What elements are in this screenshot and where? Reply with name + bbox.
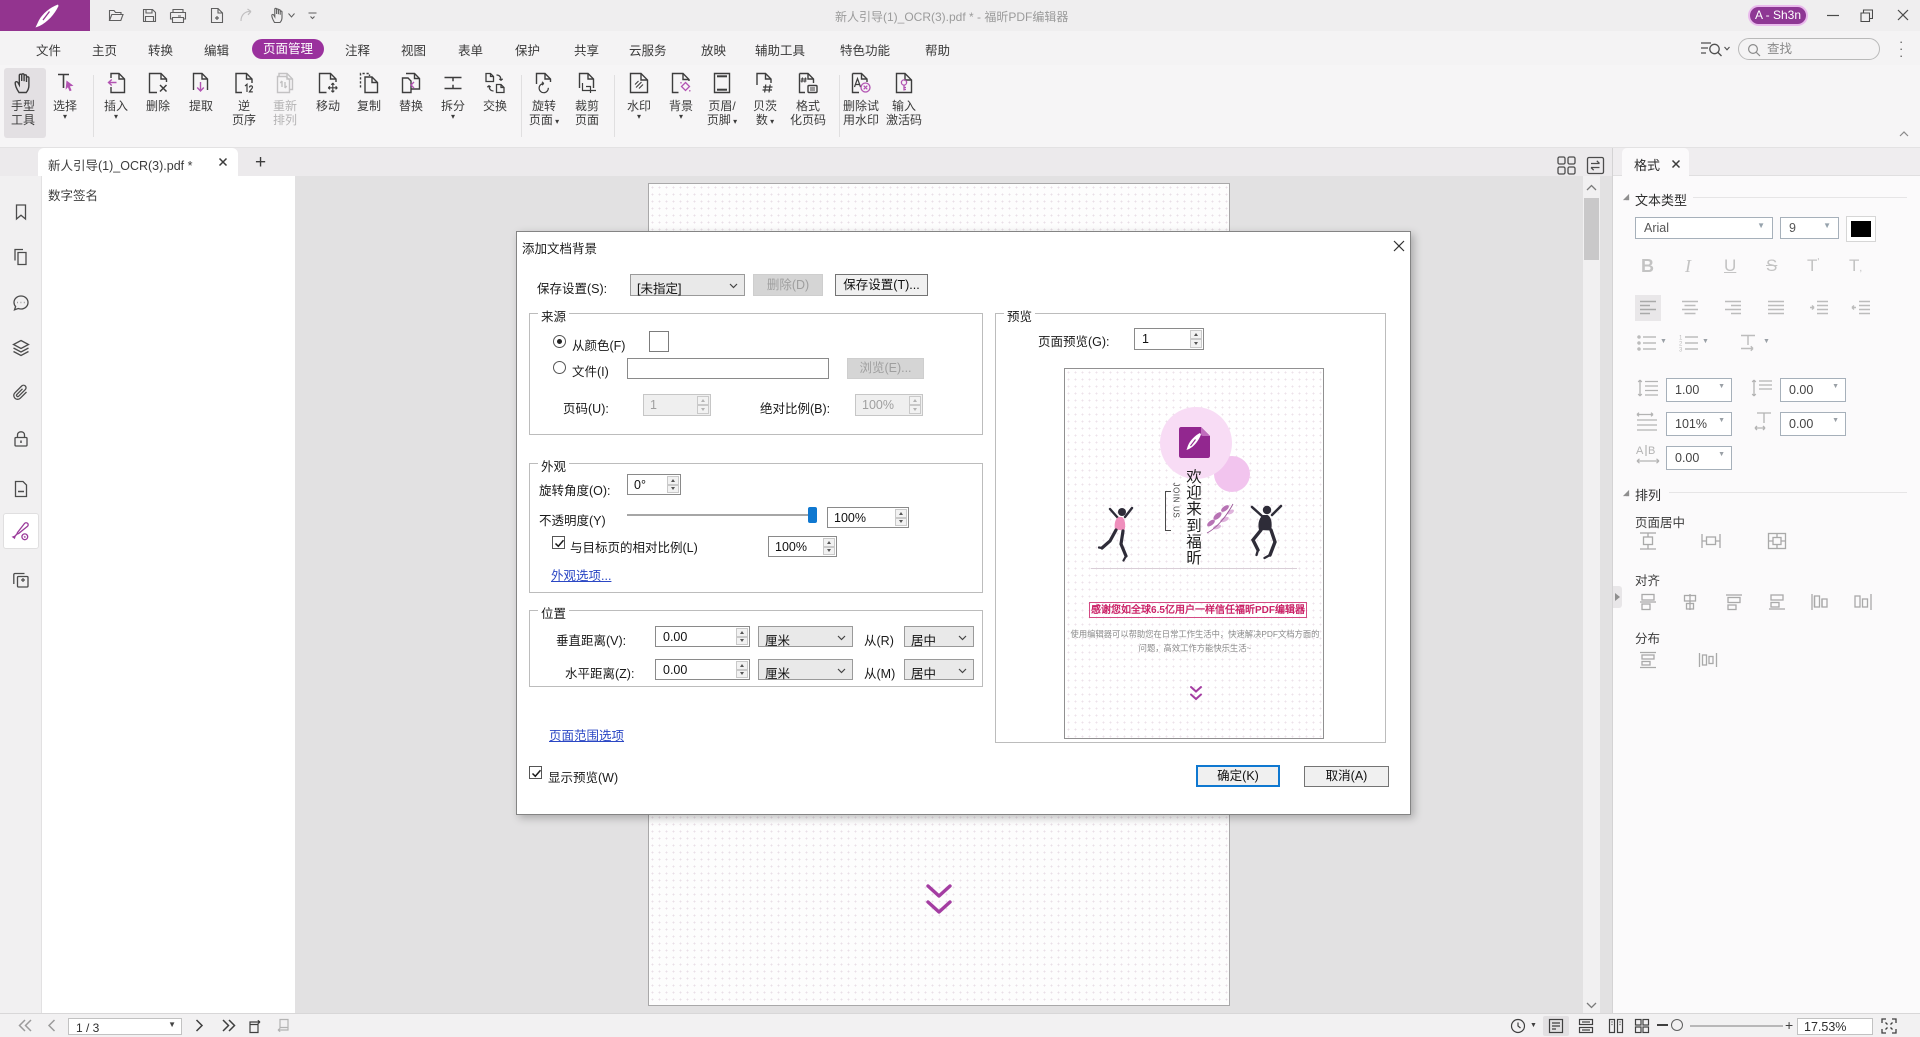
svg-text:3: 3 bbox=[1679, 348, 1683, 353]
svg-text:B: B bbox=[1648, 445, 1655, 457]
svg-text:A: A bbox=[1636, 445, 1644, 457]
